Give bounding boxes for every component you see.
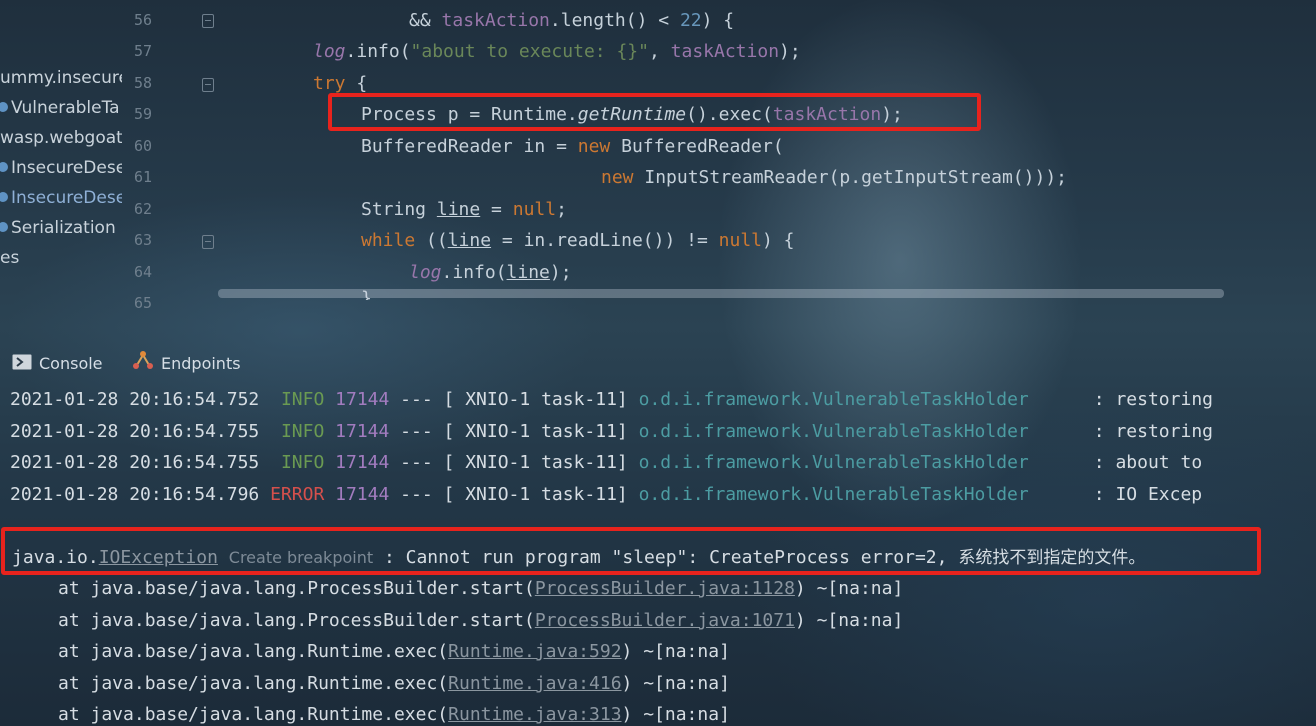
tree-item-label: VulnerableTa [11, 98, 120, 118]
tab-endpoints[interactable]: Endpoints [132, 348, 241, 380]
console-icon [12, 349, 32, 381]
fold-marker-icon[interactable] [202, 235, 214, 249]
source-link[interactable]: Runtime.java:592 [448, 641, 621, 662]
code-editor[interactable]: 56 57 58 59 60 61 62 63 64 65 && taskAct… [122, 0, 1316, 312]
line-number: 60 [133, 137, 152, 155]
class-icon [0, 102, 8, 112]
line-number: 62 [133, 200, 152, 218]
tab-label: Console [39, 354, 103, 373]
tab-label: Endpoints [161, 354, 241, 373]
create-breakpoint-hint[interactable]: Create breakpoint [229, 548, 373, 567]
line-number: 57 [133, 42, 152, 60]
line-number: 63 [133, 231, 152, 249]
log-line: 2021-01-28 20:16:54.755 INFO 17144 --- [… [10, 452, 1203, 473]
stack-frame: at java.base/java.lang.Runtime.exec(Runt… [58, 704, 730, 725]
tab-console[interactable]: Console [12, 348, 103, 380]
tree-item-label: wasp.webgoat [0, 128, 122, 148]
stack-frame: at java.base/java.lang.ProcessBuilder.st… [58, 578, 904, 599]
line-number: 64 [133, 263, 152, 281]
tree-item-label: Serialization [11, 218, 116, 238]
class-icon [0, 192, 8, 202]
source-link[interactable]: Runtime.java:416 [448, 673, 621, 694]
tree-item-class[interactable]: InsecureDese [0, 153, 122, 183]
code-line-60: BufferedReader in = new BufferedReader( [361, 136, 784, 157]
tree-item-package[interactable]: ummy.insecure [0, 63, 122, 93]
endpoints-icon [132, 349, 154, 381]
line-number: 59 [133, 105, 152, 123]
tree-item-label: InsecureDese [11, 188, 122, 208]
tree-item-package[interactable]: wasp.webgoat [0, 123, 122, 153]
stack-frame: at java.base/java.lang.ProcessBuilder.st… [58, 610, 904, 631]
run-tool-window-tabs: Console Endpoints [0, 348, 1316, 380]
source-link[interactable]: ProcessBuilder.java:1128 [535, 578, 795, 599]
code-line-63: while ((line = in.readLine()) != null) { [361, 230, 795, 251]
tree-item-class[interactable]: VulnerableTa [0, 93, 120, 123]
line-number: 56 [133, 11, 152, 29]
fold-marker-icon[interactable] [202, 78, 214, 92]
tree-item-label: InsecureDese [11, 158, 122, 178]
tree-item-class-selected[interactable]: InsecureDese [0, 183, 122, 213]
source-link[interactable]: ProcessBuilder.java:1071 [535, 610, 795, 631]
stack-frame: at java.base/java.lang.Runtime.exec(Runt… [58, 641, 730, 662]
console-output[interactable]: 2021-01-28 20:16:54.752 INFO 17144 --- [… [0, 384, 1316, 726]
code-line-61: new InputStreamReader(p.getInputStream()… [601, 167, 1067, 188]
log-line-error: 2021-01-28 20:16:54.796 ERROR 17144 --- … [10, 484, 1203, 505]
code-line-64: log.info(line); [409, 262, 572, 283]
class-icon [0, 222, 8, 232]
stack-frame: at java.base/java.lang.Runtime.exec(Runt… [58, 673, 730, 694]
project-tree: ummy.insecure VulnerableTa wasp.webgoat … [0, 0, 122, 300]
editor-horizontal-scrollbar[interactable] [218, 289, 1224, 298]
code-line-58: try { [313, 73, 368, 94]
fold-marker-icon[interactable] [202, 14, 214, 28]
code-line-62: String line = null; [361, 199, 567, 220]
exception-class-link[interactable]: IOException [99, 547, 218, 568]
line-number: 58 [133, 74, 152, 92]
source-link[interactable]: Runtime.java:313 [448, 704, 621, 725]
code-line-56: && taskAction.length() < 22) { [409, 10, 735, 31]
line-number: 61 [133, 168, 152, 186]
code-line-59: Process p = Runtime.getRuntime().exec(ta… [361, 104, 903, 125]
tree-item-package[interactable]: es [0, 243, 19, 273]
class-icon [0, 162, 8, 172]
log-line: 2021-01-28 20:16:54.752 INFO 17144 --- [… [10, 389, 1213, 410]
line-number: 65 [133, 294, 152, 312]
code-line-57: log.info("about to execute: {}", taskAct… [313, 41, 801, 62]
tree-item-label: ummy.insecure [0, 68, 122, 88]
log-line: 2021-01-28 20:16:54.755 INFO 17144 --- [… [10, 421, 1213, 442]
tree-item-class[interactable]: Serialization [0, 213, 116, 243]
editor-gutter: 56 57 58 59 60 61 62 63 64 65 [122, 0, 217, 312]
tree-item-label: es [0, 248, 20, 268]
exception-line: java.io.IOException Create breakpoint : … [12, 547, 1146, 568]
